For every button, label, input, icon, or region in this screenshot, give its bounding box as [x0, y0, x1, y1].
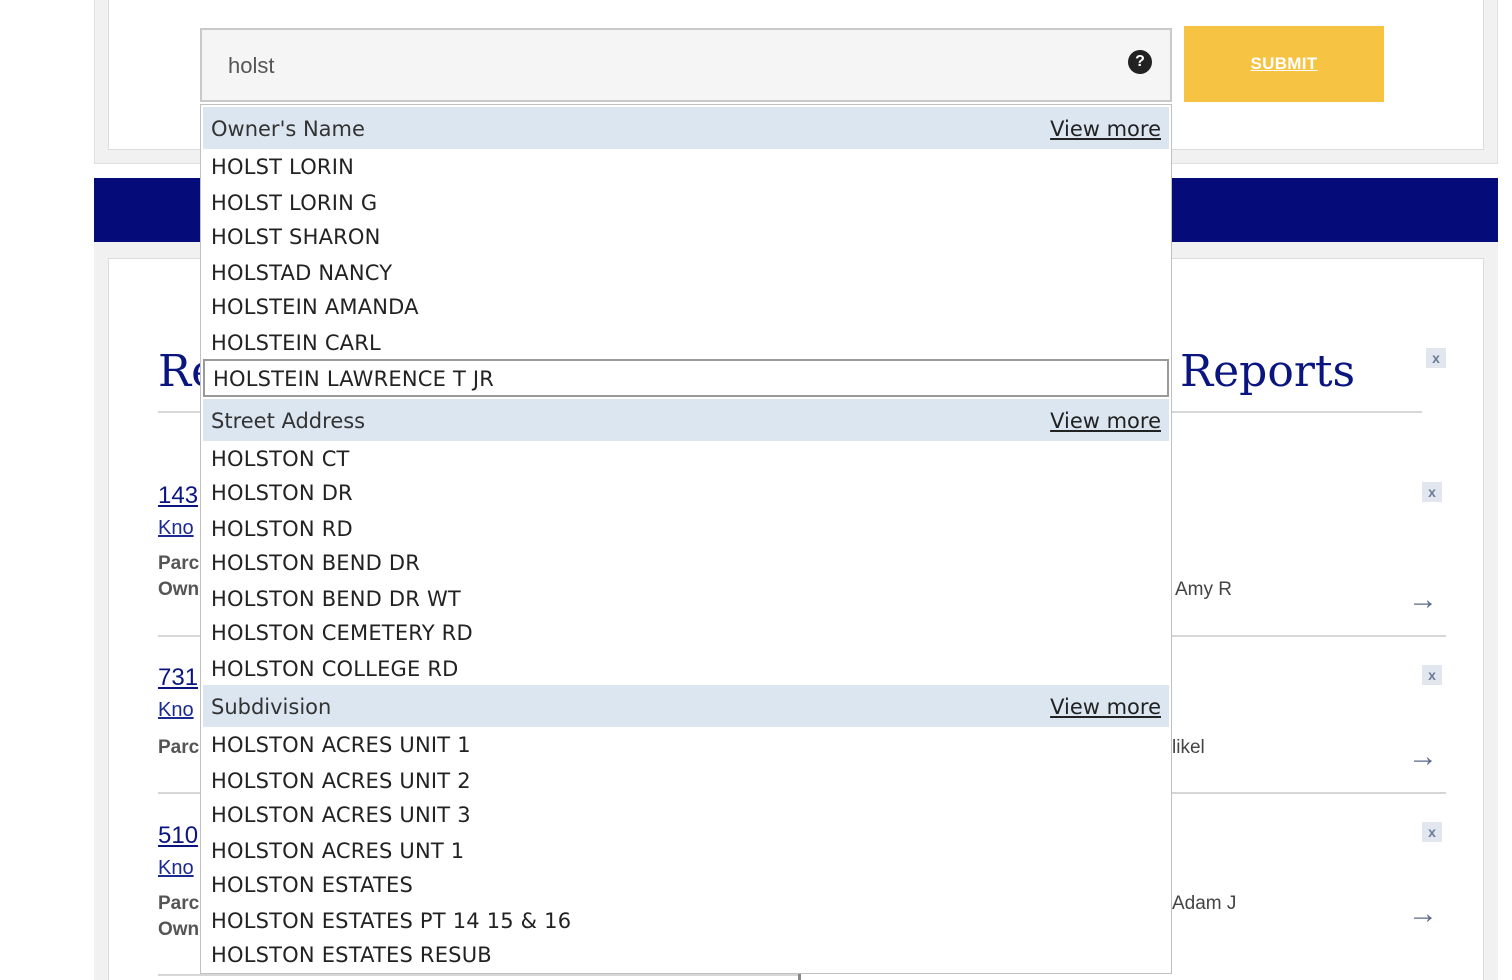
arrow-right-icon[interactable]: → — [1408, 899, 1438, 929]
view-more-link[interactable]: View more — [1050, 411, 1161, 432]
suggestion-label: HOLSTON RD — [211, 517, 353, 541]
suggestion-label: HOLSTON BEND DR — [211, 551, 421, 575]
record-sublink[interactable]: Kno — [158, 858, 194, 878]
suggestion-item[interactable]: HOLSTON ACRES UNIT 3 — [203, 799, 1169, 833]
suggestion-label: HOLSTON ESTATES — [211, 873, 414, 897]
suggestion-item[interactable]: HOLSTON BEND DR WT — [203, 583, 1169, 617]
suggestion-label: HOLST SHARON — [211, 225, 381, 249]
suggestion-label: HOLST LORIN — [211, 155, 355, 179]
close-icon[interactable]: x — [1422, 482, 1442, 502]
suggestion-item[interactable]: HOLSTEIN AMANDA — [203, 291, 1169, 325]
suggestion-label: HOLSTON ACRES UNIT 1 — [211, 733, 471, 757]
suggestion-item[interactable]: HOLSTON CEMETERY RD — [203, 617, 1169, 651]
suggestion-item[interactable]: HOLSTAD NANCY — [203, 257, 1169, 291]
record-link[interactable]: 510 — [158, 824, 198, 848]
record-owner: Amy R — [1175, 579, 1232, 600]
record-label: Own — [158, 919, 200, 940]
suggestion-item[interactable]: HOLSTON ESTATES RESUB — [203, 939, 1169, 973]
group-title: Subdivision — [211, 695, 332, 719]
suggestion-item[interactable]: HOLSTON ACRES UNIT 2 — [203, 765, 1169, 799]
reports-heading: Reports — [1180, 346, 1356, 397]
suggestion-label: HOLSTEIN LAWRENCE T JR — [213, 367, 495, 391]
record-label: Parc — [158, 737, 200, 758]
suggestion-item[interactable]: HOLSTON DR — [203, 477, 1169, 511]
search-input[interactable] — [228, 50, 1088, 82]
record-owner: Adam J — [1172, 893, 1237, 914]
help-icon[interactable]: ? — [1128, 50, 1152, 74]
suggestion-item[interactable]: HOLSTON BEND DR — [203, 547, 1169, 581]
record-label: Parc — [158, 893, 200, 914]
record-link[interactable]: 731 — [158, 666, 198, 690]
record-label: Parc — [158, 553, 200, 574]
suggestion-item[interactable]: HOLST LORIN — [203, 151, 1169, 185]
suggestion-label: HOLSTON ACRES UNIT 3 — [211, 803, 471, 827]
suggestion-label: HOLSTON COLLEGE RD — [211, 657, 459, 681]
group-header-subdivision: Subdivision View more — [203, 685, 1169, 727]
suggestion-label: HOLSTON BEND DR WT — [211, 587, 461, 611]
suggestion-item[interactable]: HOLSTON COLLEGE RD — [203, 653, 1169, 687]
record-owner: likel — [1172, 737, 1205, 758]
suggestion-label: HOLSTON ACRES UNT 1 — [211, 839, 465, 863]
suggestion-item[interactable]: HOLSTEIN CARL — [203, 327, 1169, 361]
view-more-link[interactable]: View more — [1050, 697, 1161, 718]
suggestion-item[interactable]: HOLSTON ACRES UNIT 1 — [203, 729, 1169, 763]
suggestion-item[interactable]: HOLSTON CT — [203, 443, 1169, 477]
record-label: Own — [158, 579, 200, 600]
record-link[interactable]: 143 — [158, 484, 198, 508]
suggestion-item[interactable]: HOLSTON ESTATES PT 14 15 & 16 — [203, 905, 1169, 939]
suggestion-label: HOLSTON ESTATES RESUB — [211, 943, 492, 967]
suggestion-label: HOLSTON CT — [211, 447, 350, 471]
close-icon[interactable]: x — [1422, 665, 1442, 685]
suggestion-label: HOLSTON ACRES UNIT 2 — [211, 769, 471, 793]
group-header-street-address: Street Address View more — [203, 399, 1169, 441]
suggestion-item[interactable]: HOLST LORIN G — [203, 187, 1169, 221]
suggestion-label: HOLSTON ESTATES PT 14 15 & 16 — [211, 909, 572, 933]
record-sublink[interactable]: Kno — [158, 518, 194, 538]
group-title: Owner's Name — [211, 117, 365, 141]
submit-button[interactable]: SUBMIT — [1184, 26, 1384, 102]
record-divider — [158, 974, 798, 976]
close-icon[interactable]: x — [1426, 348, 1446, 368]
suggestion-item[interactable]: HOLSTON RD — [203, 513, 1169, 547]
suggestion-label: HOLSTEIN AMANDA — [211, 295, 419, 319]
close-icon[interactable]: x — [1422, 822, 1442, 842]
suggestion-label: HOLSTAD NANCY — [211, 261, 393, 285]
suggestion-label: HOLSTON CEMETERY RD — [211, 621, 473, 645]
autocomplete-dropdown: Owner's Name View more HOLST LORIN HOLST… — [200, 104, 1172, 974]
group-title: Street Address — [211, 409, 366, 433]
suggestion-item[interactable]: HOLSTON ESTATES — [203, 869, 1169, 903]
group-header-owners-name: Owner's Name View more — [203, 107, 1169, 149]
suggestion-item[interactable]: HOLST SHARON — [203, 221, 1169, 255]
record-sublink[interactable]: Kno — [158, 700, 194, 720]
view-more-link[interactable]: View more — [1050, 119, 1161, 140]
suggestion-item[interactable]: HOLSTON ACRES UNT 1 — [203, 835, 1169, 869]
suggestion-item-selected[interactable]: HOLSTEIN LAWRENCE T JR — [203, 359, 1169, 397]
suggestion-label: HOLST LORIN G — [211, 191, 378, 215]
suggestion-label: HOLSTON DR — [211, 481, 353, 505]
search-box: ? — [200, 28, 1172, 102]
suggestion-label: HOLSTEIN CARL — [211, 331, 381, 355]
arrow-right-icon[interactable]: → — [1408, 585, 1438, 615]
arrow-right-icon[interactable]: → — [1408, 742, 1438, 772]
